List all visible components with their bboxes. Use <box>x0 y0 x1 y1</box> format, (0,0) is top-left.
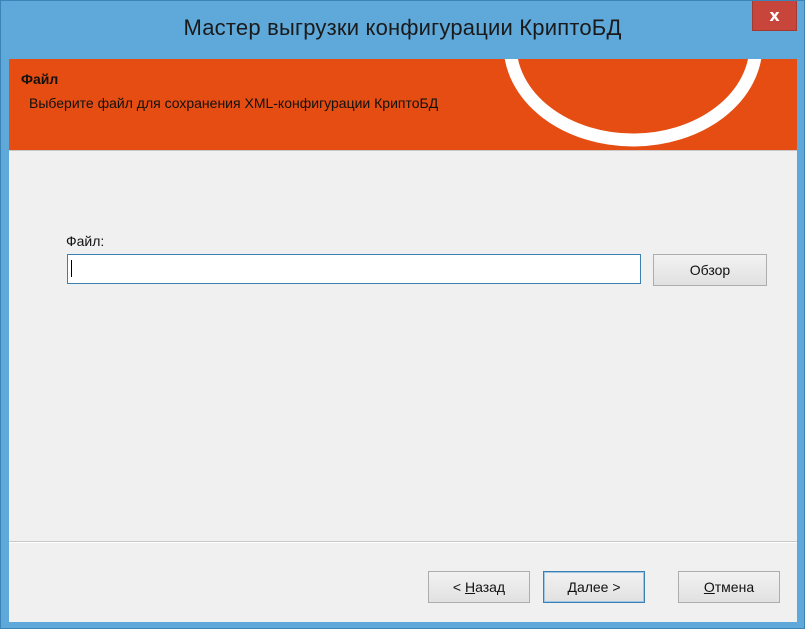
back-button-rest: азад <box>475 579 506 595</box>
next-button[interactable]: Далее > <box>543 571 645 603</box>
next-button-accel: Д <box>567 579 577 595</box>
cancel-button-accel: О <box>703 579 715 595</box>
next-button-label: Далее > <box>567 579 620 595</box>
window-title: Мастер выгрузки конфигурации КриптоБД <box>183 15 622 40</box>
close-button[interactable]: x <box>752 1 797 31</box>
back-button-label: < Назад <box>453 579 505 595</box>
header-banner: Файл Выберите файл для сохранения XML-ко… <box>9 59 797 151</box>
file-path-input[interactable] <box>67 254 641 284</box>
cancel-button[interactable]: Отмена <box>678 571 780 603</box>
browse-button-label: Обзор <box>689 262 731 278</box>
page-subtitle: Выберите файл для сохранения XML-конфигу… <box>29 95 439 111</box>
cancel-button-rest: тмена <box>714 579 755 595</box>
browse-button[interactable]: Обзор <box>653 254 767 286</box>
next-button-rest: алее > <box>576 579 621 595</box>
wizard-client-area: Файл Выберите файл для сохранения XML-ко… <box>9 59 797 622</box>
wizard-window: Мастер выгрузки конфигурации КриптоБД x … <box>0 0 805 629</box>
close-icon: x <box>769 6 780 25</box>
footer-divider <box>9 541 797 543</box>
title-bar[interactable]: Мастер выгрузки конфигурации КриптоБД x <box>1 1 804 59</box>
text-caret <box>71 260 72 277</box>
page-title: Файл <box>21 71 59 87</box>
back-button-prefix: < <box>452 579 465 595</box>
back-button-accel: Н <box>464 579 476 595</box>
cancel-button-label: Отмена <box>704 579 754 595</box>
file-label: Файл: <box>66 233 105 249</box>
back-button[interactable]: < Назад <box>428 571 530 603</box>
